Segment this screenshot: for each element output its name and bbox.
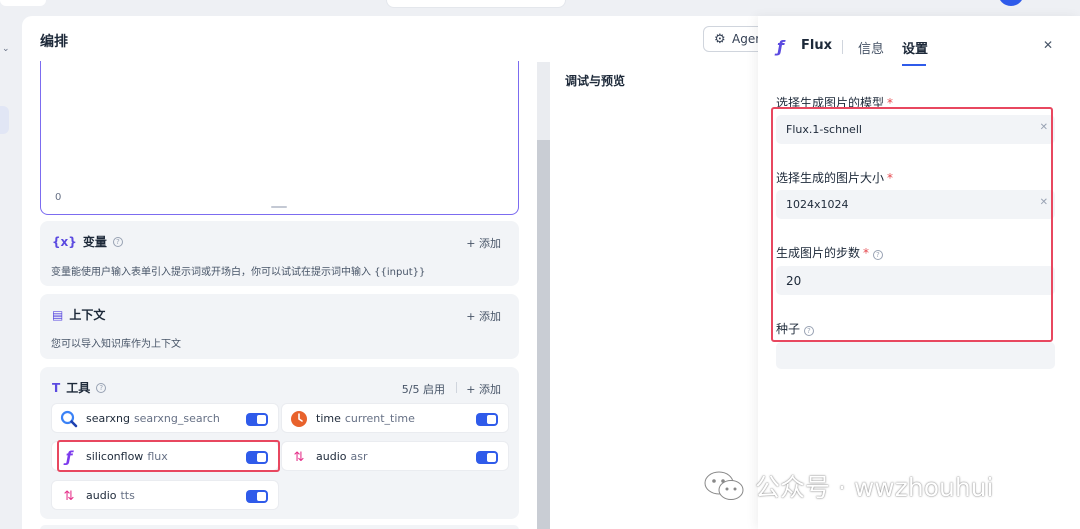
scrollbar-thumb[interactable]	[537, 140, 550, 529]
help-icon[interactable]: ?	[96, 382, 107, 393]
tools-enabled-count: 5/5 启用	[401, 383, 445, 396]
highlight-box	[57, 440, 280, 472]
tool-label: searxng searxng_search	[86, 412, 220, 425]
divider	[456, 382, 457, 393]
left-nav-rail: ⌄	[0, 16, 22, 529]
audio-icon: ⇅	[293, 449, 305, 465]
avatar[interactable]	[998, 0, 1024, 6]
document-icon: ▤	[52, 307, 64, 322]
tool-item-searxng[interactable]: searxng searxng_search	[51, 403, 279, 433]
tools-header: T 工具 ?	[52, 379, 107, 396]
context-description: 您可以导入知识库作为上下文	[51, 339, 181, 350]
add-variable-button[interactable]: + 添加	[466, 235, 501, 251]
tool-toggle[interactable]	[246, 490, 268, 503]
close-icon[interactable]: ✕	[1043, 38, 1053, 52]
tab-info[interactable]: 信息	[858, 38, 884, 57]
next-section	[40, 525, 519, 529]
divider	[842, 40, 843, 54]
variable-braces-icon: {x}	[52, 234, 77, 249]
tool-label: audio asr	[316, 450, 368, 463]
active-tab-indicator	[902, 64, 926, 66]
prompt-char-count: 0	[55, 192, 62, 203]
tool-item-time[interactable]: time current_time	[281, 403, 509, 433]
chevron-down-icon[interactable]: ⌄	[2, 44, 10, 54]
tool-item-audio-asr[interactable]: ⇅ audio asr	[281, 441, 509, 471]
resize-handle[interactable]	[271, 206, 287, 208]
audio-icon: ⇅	[63, 488, 75, 504]
rail-selected-item[interactable]	[0, 106, 9, 134]
gear-icon: ⚙	[714, 32, 726, 47]
tools-title: 工具	[66, 381, 91, 395]
tool-label: audio tts	[86, 489, 135, 502]
page-title: 编排	[40, 34, 68, 50]
tab-settings[interactable]: 设置	[902, 38, 928, 57]
add-tool-button[interactable]: + 添加	[466, 381, 501, 397]
highlight-box	[771, 107, 1053, 342]
context-header: ▤ 上下文	[52, 306, 105, 323]
top-bar	[0, 0, 1080, 16]
help-icon[interactable]: ?	[112, 236, 123, 247]
variables-section: {x} 变量 ? + 添加 变量能使用户输入表单引入提示词或开场白，你可以试试在…	[40, 221, 519, 286]
watermark: 公众号 · wwzhouhui	[703, 467, 993, 505]
tools-icon: T	[52, 380, 61, 395]
context-title: 上下文	[69, 308, 106, 322]
tool-toggle[interactable]	[476, 451, 498, 464]
seed-input[interactable]	[776, 342, 1055, 369]
tool-label: time current_time	[316, 412, 415, 425]
prompt-editor[interactable]: 0	[40, 61, 519, 215]
clock-icon	[290, 410, 308, 428]
top-nav-tabs[interactable]	[386, 0, 566, 8]
tool-item-audio-tts[interactable]: ⇅ audio tts	[51, 480, 279, 510]
panel-title: Flux	[801, 38, 832, 53]
variables-title: 变量	[82, 235, 107, 249]
watermark-text: 公众号 · wwzhouhui	[755, 473, 994, 502]
add-context-button[interactable]: + 添加	[466, 308, 501, 324]
search-icon	[60, 410, 78, 428]
siliconflow-logo-icon: ƒ	[777, 37, 784, 56]
wechat-icon	[703, 470, 745, 502]
tool-toggle[interactable]	[476, 413, 498, 426]
tool-toggle[interactable]	[246, 413, 268, 426]
variables-description: 变量能使用户输入表单引入提示词或开场白，你可以试试在提示词中输入 {{input…	[51, 267, 426, 278]
context-section: ▤ 上下文 + 添加 您可以导入知识库作为上下文	[40, 294, 519, 359]
preview-title: 调试与预览	[565, 74, 626, 88]
variables-header: {x} 变量 ?	[52, 233, 123, 250]
logo	[0, 0, 46, 6]
